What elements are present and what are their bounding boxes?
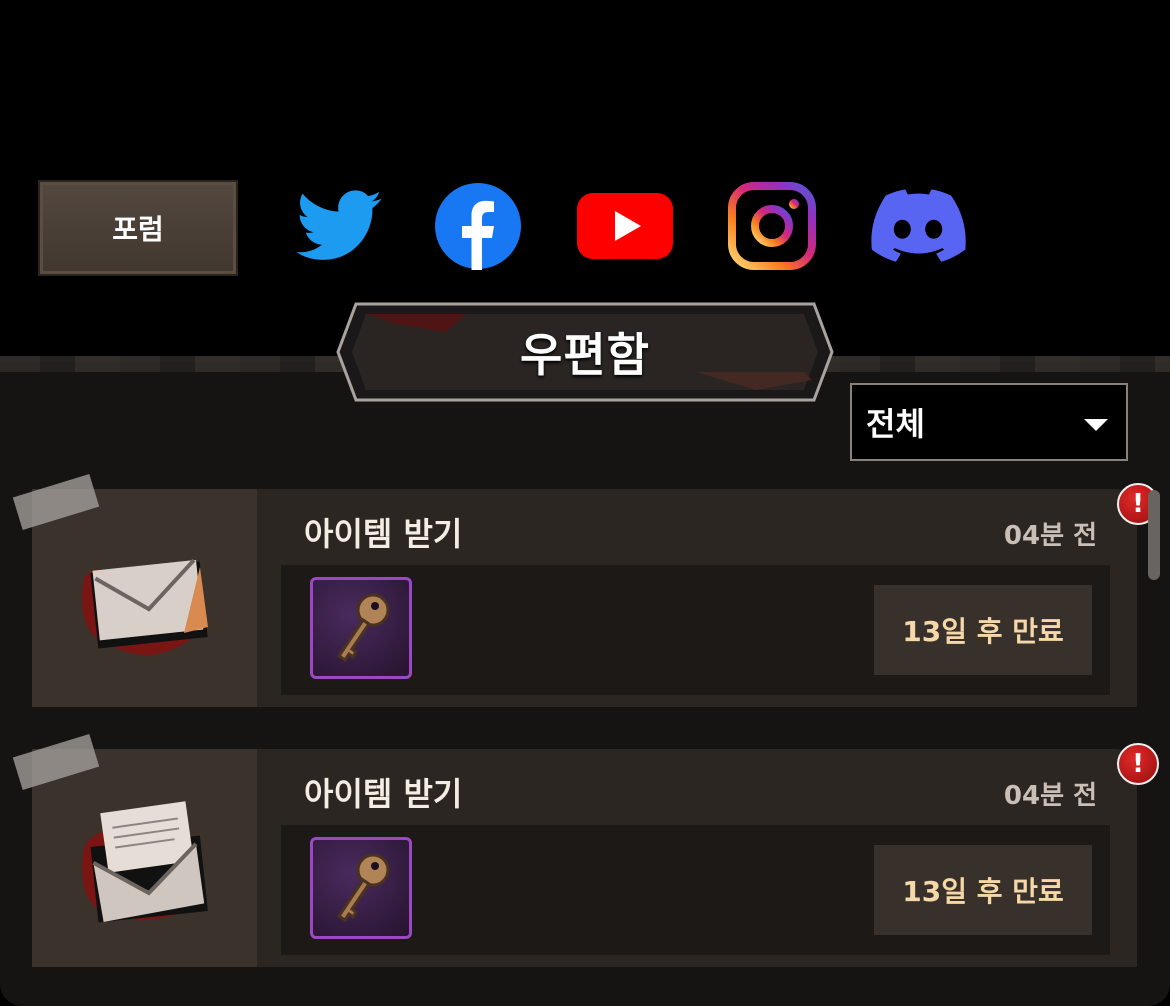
mailbox-title: 우편함 [520,328,650,382]
filter-label: 전체 [866,405,925,443]
envelope-closed-icon [82,558,208,655]
filter-dropdown[interactable]: 전체 [850,383,1128,461]
scrollbar[interactable] [1148,490,1160,580]
mail-item[interactable]: 아이템 받기 04분 전 13일 후 만료 ! [12,474,1159,707]
chevron-down-icon [1084,419,1108,431]
facebook-icon[interactable] [430,178,526,274]
expire-badge: 13일 후 만료 [874,845,1092,935]
expire-badge: 13일 후 만료 [874,585,1092,675]
forum-button[interactable]: 포럼 [38,180,238,276]
alert-icon: ! [1117,743,1159,785]
youtube-icon[interactable] [577,178,673,274]
forum-label: 포럼 [112,213,164,246]
mail-time: 04분 전 [1003,521,1097,551]
mail-time: 04분 전 [1003,781,1097,811]
mail-title: 아이템 받기 [304,515,463,553]
item-slot[interactable] [310,577,412,679]
discord-icon[interactable] [870,178,966,274]
mail-title: 아이템 받기 [304,775,463,813]
mail-item[interactable]: 아이템 받기 04분 전 13일 후 만료 ! [12,734,1159,967]
envelope-open-icon [82,801,208,923]
twitter-icon[interactable] [292,178,388,274]
app-frame: 포럼 우편함 전체 아이템 받기 04분 전 13일 후 만료 ! 아이템 받기… [0,0,1170,1006]
instagram-icon[interactable] [724,178,820,274]
key-icon [336,593,390,663]
key-icon [336,853,390,923]
item-slot[interactable] [310,837,412,939]
